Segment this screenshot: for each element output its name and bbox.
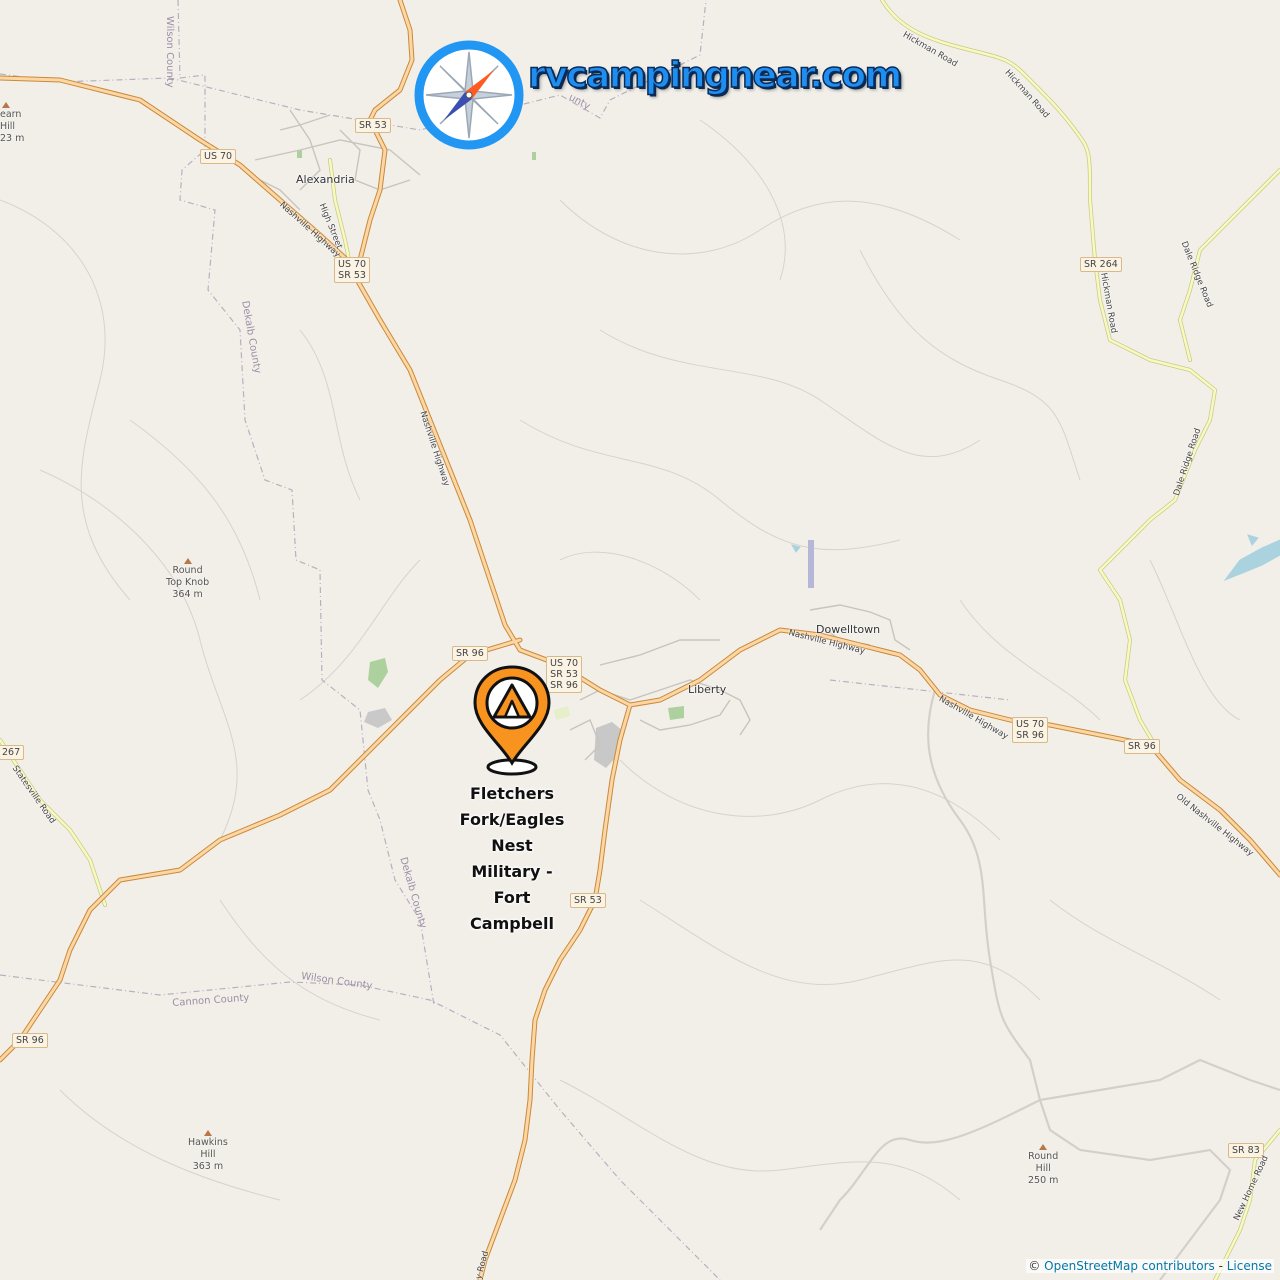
shield-line: SR 83 (1232, 1145, 1260, 1156)
peak-hawkins-hill: Hawkins Hill 363 m (188, 1130, 228, 1173)
peak-name-line: earn (0, 109, 22, 120)
shield-line: SR 53 (338, 270, 366, 281)
shield-line: US 70 (204, 151, 233, 162)
place-dowelltown: Dowelltown (816, 623, 881, 636)
peak-icon (203, 1130, 212, 1136)
map-attribution: © OpenStreetMap contributors - License (1026, 1259, 1274, 1273)
peak-elevation: 23 m (0, 133, 25, 144)
shield-line: SR 53 (574, 895, 602, 906)
shield-line: 267 (2, 747, 21, 758)
route-shield-sr53-south: SR 53 (570, 893, 606, 908)
shield-line: US 70 (550, 658, 579, 669)
secondary-roads (0, 0, 1280, 1280)
attribution-osm-link[interactable]: OpenStreetMap contributors (1044, 1259, 1215, 1273)
peak-name-line: Hill (0, 121, 16, 132)
attribution-license-link[interactable]: License (1227, 1259, 1272, 1273)
peak-name-line: Round (1028, 1151, 1059, 1162)
shield-line: SR 96 (1128, 741, 1156, 752)
map-canvas[interactable]: Alexandria Dowelltown Liberty Round Top … (0, 0, 1280, 1280)
marker-label-line: Nest (491, 836, 533, 855)
place-liberty: Liberty (688, 683, 727, 696)
county-boundaries (0, 0, 1011, 1280)
water (790, 534, 1280, 588)
marker-label-line: Fletchers (469, 784, 555, 803)
attribution-prefix: © (1028, 1259, 1045, 1273)
marker-label-line: Fort (493, 888, 531, 907)
peak-name-line: Top Knob (166, 577, 210, 588)
route-shield-sr264: SR 264 (1080, 257, 1122, 272)
route-shield-us70: US 70 (200, 149, 237, 164)
boundary-label-wilson-county: Wilson County (164, 16, 175, 88)
shield-line: SR 96 (16, 1035, 44, 1046)
shield-line: SR 264 (1084, 259, 1118, 270)
shield-line: US 70 (338, 259, 367, 270)
peak-icon (183, 558, 192, 564)
route-shield-sr96-east: SR 96 (1124, 739, 1160, 754)
shield-line: SR 96 (456, 648, 484, 659)
shield-line: SR 53 (550, 669, 578, 680)
marker-label-line: Military - (471, 862, 553, 881)
peak-icon (2, 102, 10, 108)
attribution-separator: - (1214, 1259, 1227, 1273)
peak-name-line: Hill (200, 1149, 216, 1160)
peak-elevation: 250 m (1028, 1175, 1059, 1186)
shield-line: US 70 (1016, 719, 1045, 730)
peak-elevation: 364 m (172, 589, 203, 600)
brand-text[interactable]: rvcampingnear.com (527, 54, 903, 97)
route-shield-us70-sr53: US 70 SR 53 (334, 257, 371, 283)
peak-edge: earn Hill 23 m (0, 102, 24, 145)
peak-name-line: Hawkins (188, 1137, 228, 1148)
marker-label-line: Fork/Eagles (459, 810, 565, 829)
campground-pin-icon[interactable] (470, 663, 554, 779)
route-shield-sr53: SR 53 (355, 118, 391, 133)
compass-icon (414, 40, 524, 150)
peak-round-hill: Round Hill 250 m (1028, 1144, 1058, 1187)
shield-line: SR 96 (1016, 730, 1044, 741)
marker-label[interactable]: Fletchers Fork/Eagles Nest Military - Fo… (452, 781, 572, 937)
map-base-layer (0, 0, 1280, 1280)
peak-elevation: 363 m (192, 1161, 224, 1172)
route-shield-sr96: SR 96 (452, 646, 488, 661)
place-alexandria: Alexandria (296, 173, 355, 186)
shield-line: SR 53 (359, 120, 387, 131)
marker-label-line: Campbell (470, 914, 554, 933)
shield-line: SR 96 (550, 680, 578, 691)
peak-icon (1039, 1144, 1048, 1150)
route-shield-us70-sr96: US 70 SR 96 (1012, 717, 1049, 743)
route-shield-267: 267 (0, 745, 25, 760)
peak-name-line: Round (172, 565, 203, 576)
peak-round-top-knob: Round Top Knob 364 m (166, 558, 209, 601)
tertiary-roads (819, 689, 1280, 1280)
peak-name-line: Hill (1035, 1163, 1051, 1174)
route-shield-sr83: SR 83 (1228, 1143, 1264, 1158)
route-shield-sr96-southwest: SR 96 (12, 1033, 48, 1048)
